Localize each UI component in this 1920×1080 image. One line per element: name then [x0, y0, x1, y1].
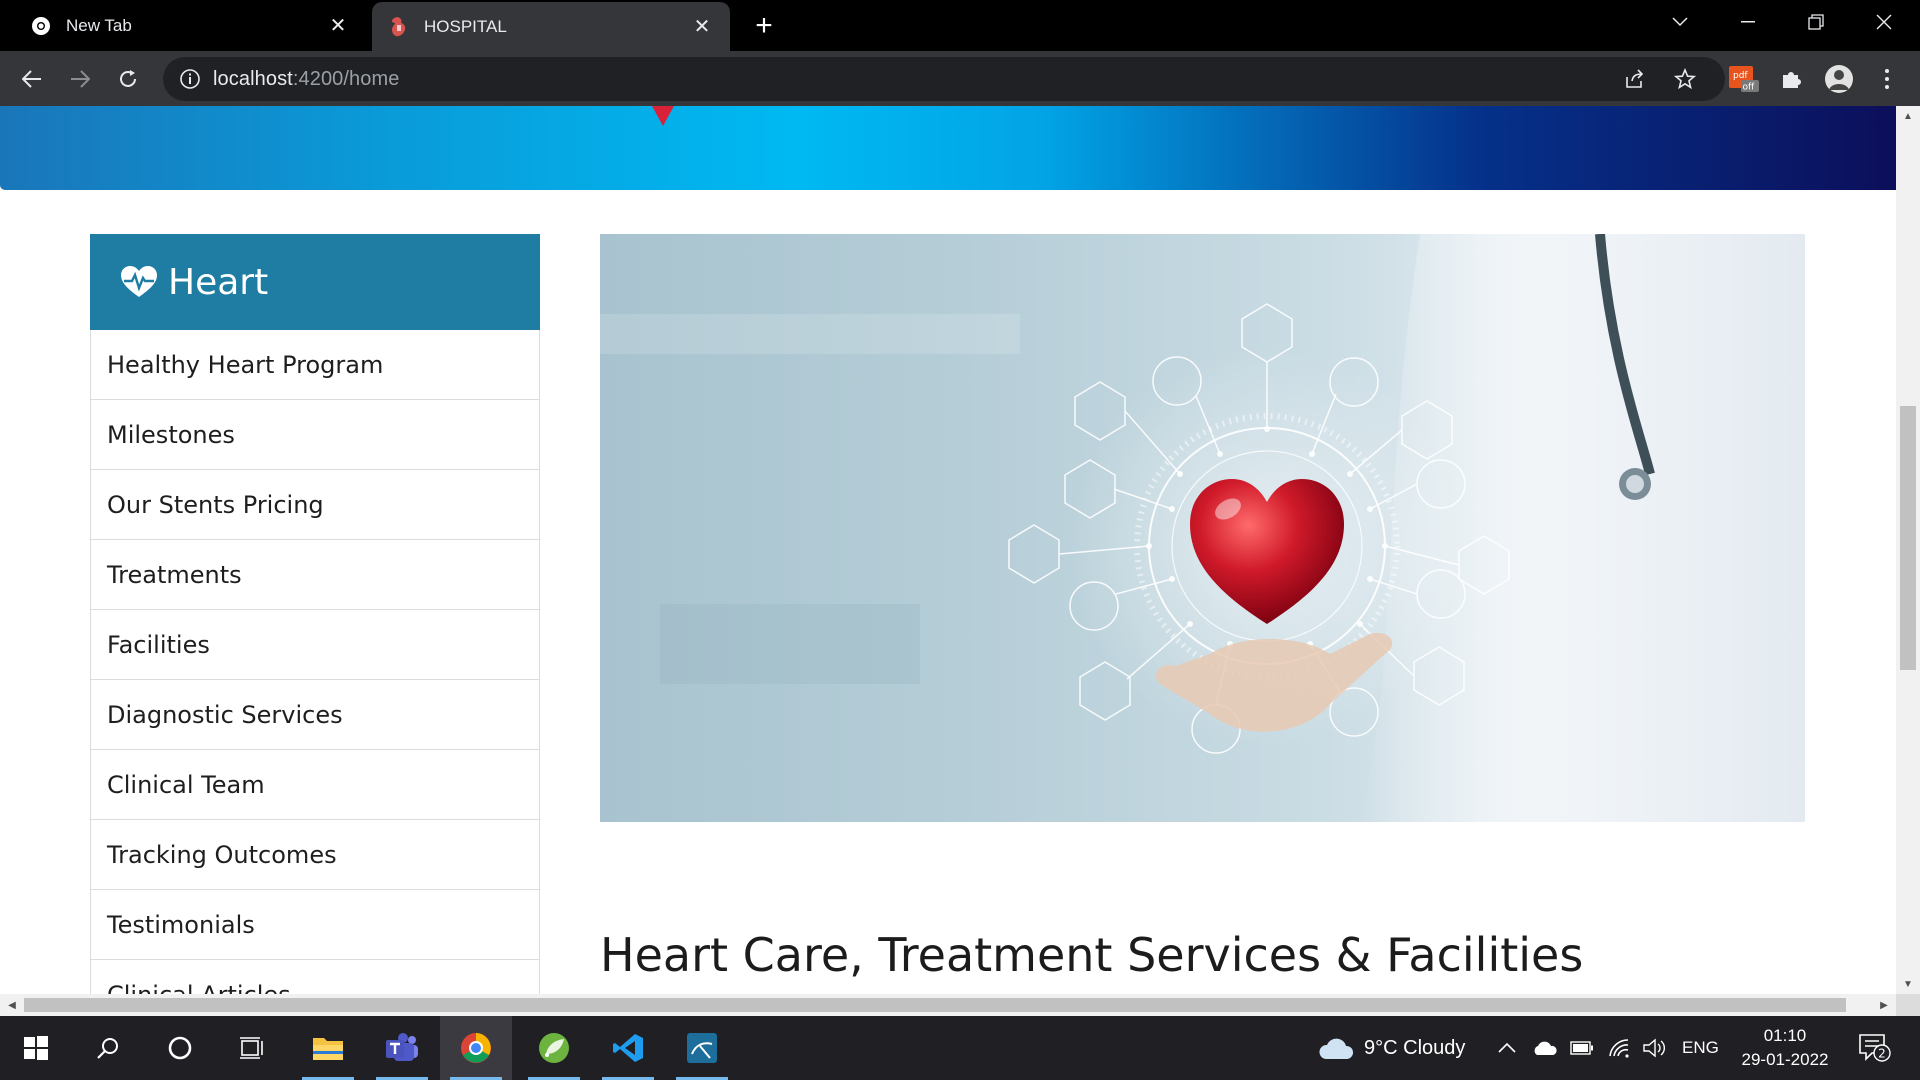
browser-tab-strip: New Tab ✕ HOSPITAL ✕ + — [0, 0, 1920, 51]
sidebar-item-milestones[interactable]: Milestones — [91, 400, 539, 470]
teams-icon[interactable] — [366, 1016, 438, 1080]
sidebar-menu: Healthy Heart Program Milestones Our Ste… — [90, 330, 540, 994]
search-icon[interactable] — [72, 1016, 144, 1080]
new-tab-button[interactable]: + — [748, 9, 780, 42]
sidebar-item-clinical-articles[interactable]: Clinical Articles — [91, 960, 539, 995]
tab-hospital[interactable]: HOSPITAL ✕ — [372, 2, 730, 51]
sidebar-item-testimonials[interactable]: Testimonials — [91, 890, 539, 960]
address-bar[interactable]: localhost:4200/home — [163, 57, 1725, 101]
file-explorer-icon[interactable] — [292, 1016, 364, 1080]
kebab-menu-icon[interactable] — [1872, 64, 1902, 94]
svg-text:off: off — [1743, 83, 1756, 93]
profile-avatar[interactable] — [1824, 64, 1854, 94]
dropdown-marker — [652, 106, 674, 126]
cloud-icon — [1319, 1038, 1354, 1059]
onedrive-icon[interactable] — [1532, 1016, 1558, 1080]
browser-toolbar: localhost:4200/home pdf off — [0, 51, 1920, 106]
clock-date: 29-01-2022 — [1741, 1050, 1829, 1069]
share-icon[interactable] — [1623, 67, 1647, 91]
vertical-scrollbar[interactable]: ▲ ▼ — [1896, 106, 1920, 994]
hero-image — [600, 234, 1805, 822]
system-clock[interactable]: 01:10 29-01-2022 — [1730, 1024, 1840, 1072]
cortana-icon[interactable] — [144, 1016, 216, 1080]
restore-icon[interactable] — [1786, 0, 1846, 44]
close-window-icon[interactable] — [1854, 0, 1914, 44]
site-info-icon[interactable] — [179, 68, 201, 90]
forward-arrow-icon[interactable] — [62, 61, 98, 97]
minimize-icon[interactable] — [1718, 0, 1778, 44]
vertical-scroll-thumb[interactable] — [1900, 406, 1916, 670]
scroll-down-arrow-icon[interactable]: ▼ — [1896, 974, 1920, 994]
close-tab-icon[interactable]: ✕ — [688, 13, 716, 41]
horizontal-scroll-thumb[interactable] — [24, 998, 1846, 1012]
svg-text:pdf: pdf — [1733, 71, 1748, 81]
language-indicator[interactable]: ENG — [1682, 1016, 1719, 1080]
heart-sidebar: Heart Healthy Heart Program Milestones O… — [90, 234, 540, 994]
scrollbar-corner — [1896, 994, 1920, 1016]
spring-tool-icon[interactable] — [518, 1016, 590, 1080]
weather-widget[interactable]: 9°C Cloudy — [1318, 1016, 1465, 1080]
reload-icon[interactable] — [110, 61, 146, 97]
sidebar-item-healthy-heart-program[interactable]: Healthy Heart Program — [91, 330, 539, 400]
tab-title: HOSPITAL — [424, 16, 507, 36]
close-tab-icon[interactable]: ✕ — [324, 12, 352, 40]
tab-title: New Tab — [66, 15, 132, 35]
sidebar-item-tracking-outcomes[interactable]: Tracking Outcomes — [91, 820, 539, 890]
pdf-extension-icon[interactable]: pdf off — [1729, 64, 1759, 94]
scroll-left-arrow-icon[interactable]: ◀ — [0, 994, 24, 1016]
sidebar-item-stents-pricing[interactable]: Our Stents Pricing — [91, 470, 539, 540]
vscode-icon[interactable] — [592, 1016, 664, 1080]
heart-pulse-icon — [121, 266, 157, 297]
wifi-icon[interactable] — [1608, 1016, 1630, 1080]
hospital-favicon-icon — [388, 16, 410, 38]
back-arrow-icon[interactable] — [14, 61, 50, 97]
url-text: localhost:4200/home — [213, 68, 400, 90]
tab-new-tab[interactable]: New Tab ✕ — [0, 0, 366, 51]
scroll-up-arrow-icon[interactable]: ▲ — [1896, 106, 1920, 126]
windows-taskbar: 9°C Cloudy ENG 01:10 29-01-2022 2 — [0, 1016, 1920, 1080]
windows-start-icon[interactable] — [0, 1016, 72, 1080]
svg-text:2: 2 — [1878, 1047, 1886, 1061]
chrome-taskbar-icon[interactable] — [440, 1016, 512, 1080]
volume-icon[interactable] — [1642, 1016, 1666, 1080]
battery-icon[interactable] — [1570, 1016, 1594, 1080]
horizontal-scrollbar[interactable]: ◀ ▶ — [0, 994, 1896, 1016]
sidebar-item-treatments[interactable]: Treatments — [91, 540, 539, 610]
notification-center-icon[interactable]: 2 — [1858, 1016, 1892, 1080]
extensions-puzzle-icon[interactable] — [1776, 64, 1806, 94]
mysql-workbench-icon[interactable] — [666, 1016, 738, 1080]
sidebar-item-diagnostic-services[interactable]: Diagnostic Services — [91, 680, 539, 750]
bookmark-star-icon[interactable] — [1673, 67, 1697, 91]
page-headline: Heart Care, Treatment Services & Facilit… — [600, 928, 1584, 982]
clock-time: 01:10 — [1763, 1026, 1807, 1045]
header-banner — [0, 106, 1896, 190]
task-view-icon[interactable] — [216, 1016, 288, 1080]
sidebar-header: Heart — [90, 234, 540, 330]
sidebar-item-facilities[interactable]: Facilities — [91, 610, 539, 680]
show-hidden-icons-chevron-icon[interactable] — [1498, 1016, 1516, 1080]
sidebar-item-clinical-team[interactable]: Clinical Team — [91, 750, 539, 820]
page-viewport: Heart Healthy Heart Program Milestones O… — [0, 106, 1896, 994]
weather-text: 9°C Cloudy — [1364, 1036, 1466, 1059]
scroll-right-arrow-icon[interactable]: ▶ — [1872, 994, 1896, 1016]
chrome-icon — [30, 15, 52, 37]
sidebar-title: Heart — [168, 261, 269, 303]
tab-search-icon[interactable] — [1650, 0, 1710, 44]
